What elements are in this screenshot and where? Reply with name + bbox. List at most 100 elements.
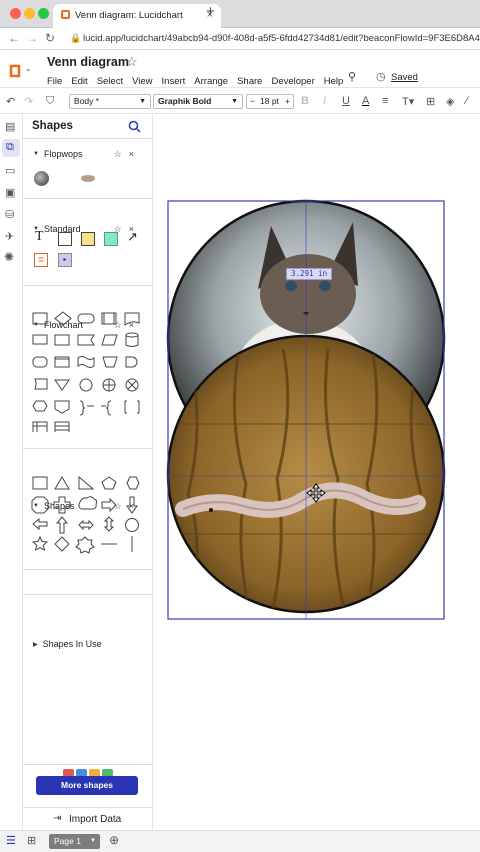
shape-options-icon[interactable]: ⊞ (426, 95, 435, 108)
app-header: ⌄ Venn diagram ☆ File Edit Select View Inser… (0, 50, 480, 88)
font-select-value: Graphik Bold (158, 96, 212, 106)
flopwop-snake-thumbnail[interactable] (81, 175, 95, 182)
reload-icon[interactable]: ↻ (45, 31, 55, 45)
section-flopwops-header[interactable]: ▼ Flopwops ☆× (23, 146, 153, 162)
minimize-window-icon[interactable] (24, 8, 35, 19)
bold-icon[interactable]: B (301, 95, 309, 107)
browser-tab[interactable]: Venn diagram: Lucidchart × (53, 4, 221, 28)
format-painter-icon[interactable]: ⛉ (46, 95, 54, 108)
menu-help[interactable]: Help (324, 76, 344, 87)
page-list-icon[interactable]: ☰ (6, 834, 16, 847)
text-color-icon[interactable]: A (362, 95, 369, 107)
ai-icon[interactable]: ✺ (4, 250, 14, 264)
list-shape-icon[interactable]: ≣ (34, 253, 48, 267)
shapes-icon: ⧉ (6, 141, 14, 153)
menu-developer[interactable]: Developer (271, 76, 314, 87)
increase-font-button[interactable]: + (285, 95, 290, 108)
rectangle-shape-icon[interactable] (58, 232, 72, 246)
diagram-canvas[interactable]: 3.291 in (153, 114, 480, 830)
tab-page-1[interactable]: Page 1 ▼ (49, 834, 100, 849)
back-icon[interactable]: ← (8, 31, 20, 45)
section-label: Shapes In Use (42, 639, 102, 649)
chevron-down-icon: ▼ (231, 98, 238, 105)
font-select[interactable]: Graphik Bold ▼ (153, 94, 243, 109)
add-page-icon[interactable]: ⊕ (109, 833, 119, 847)
expand-icon: ▶ (33, 641, 38, 648)
panel-title: Shapes (32, 120, 73, 132)
forward-icon[interactable]: → (26, 31, 38, 45)
style-select[interactable]: Body * ▼ (69, 94, 151, 109)
menu-share[interactable]: Share (237, 76, 262, 87)
address-bar-row: ← → ↻ 🔒 lucid.app/lucidchart/49abcb94-d9… (0, 28, 480, 50)
shapes-panel: Shapes ▼ Flopwops ☆× ▼ Standard ☆× T ↗ ≣ ▸ ▼… (23, 114, 153, 830)
sticky-note-icon[interactable] (81, 232, 95, 246)
align-icon[interactable]: ≡ (382, 95, 388, 107)
import-icon: ⇥ (53, 813, 62, 824)
more-shapes-button[interactable]: More shapes (36, 776, 138, 795)
menu-select[interactable]: Select (97, 76, 123, 87)
divider (23, 764, 153, 765)
container-shape-icon[interactable]: ▸ (58, 253, 72, 267)
colored-block-icon[interactable] (104, 232, 118, 246)
line-color-icon[interactable]: ∕ (466, 95, 468, 107)
logo-menu-chevron-icon[interactable]: ⌄ (25, 64, 32, 73)
menu-file[interactable]: File (47, 76, 62, 87)
lock-icon: 🔒 (70, 33, 82, 43)
text-shape-icon[interactable]: T (35, 229, 44, 245)
flowchart-shapes-grid[interactable] (31, 310, 146, 432)
flopwop-cat-thumbnail[interactable] (34, 171, 49, 186)
document-title[interactable]: Venn diagram (47, 55, 129, 69)
divider (23, 594, 153, 595)
decrease-font-button[interactable]: − (250, 95, 255, 108)
text-options-icon[interactable]: T▾ (402, 95, 414, 108)
collapse-icon: ▼ (33, 151, 39, 157)
fill-color-icon[interactable]: ◈ (446, 95, 454, 108)
image-icon[interactable]: ▣ (5, 186, 15, 199)
lucid-logo-icon[interactable] (8, 64, 22, 78)
chevron-down-icon: ▼ (139, 98, 146, 105)
menu-arrange[interactable]: Arrange (194, 76, 228, 87)
saved-status[interactable]: Saved (391, 72, 418, 83)
plugin-icon[interactable]: ⚲ (348, 70, 356, 83)
close-window-icon[interactable] (10, 8, 21, 19)
shapes-rail-button[interactable]: ⧉ (2, 139, 20, 157)
divider (23, 285, 153, 286)
section-in-use-header[interactable]: ▶ Shapes In Use (23, 636, 153, 652)
underline-icon[interactable]: U (342, 95, 350, 107)
data-icon[interactable]: ⛁ (5, 208, 14, 221)
browser-tab-bar: Venn diagram: Lucidchart × + (0, 0, 480, 28)
left-rail: ▤ ⧉ ▭ ▣ ⛁ ✈ ✺ (0, 114, 23, 830)
undo-icon[interactable]: ↶ (6, 95, 15, 108)
star-favorite-icon[interactable]: ☆ (126, 54, 138, 70)
menu-insert[interactable]: Insert (162, 76, 186, 87)
venn-diagram[interactable] (153, 114, 480, 830)
maximize-window-icon[interactable] (38, 8, 49, 19)
menu-bar: File Edit Select View Insert Arrange Share Deve… (47, 71, 352, 89)
menu-view[interactable]: View (132, 76, 152, 87)
font-size-stepper: − 18 pt + (246, 94, 294, 109)
pages-icon[interactable]: ▤ (5, 120, 15, 133)
divider (23, 569, 153, 570)
divider (23, 138, 153, 139)
redo-icon[interactable]: ↷ (24, 95, 33, 108)
basic-shapes-grid[interactable] (31, 475, 146, 555)
url-text[interactable]: lucid.app/lucidchart/49abcb94-d90f-408d-… (83, 33, 480, 44)
font-size-value[interactable]: 18 pt (260, 95, 279, 108)
menu-edit[interactable]: Edit (71, 76, 87, 87)
measurement-label: 3.291 in (286, 268, 333, 280)
section-label: Flopwops (43, 149, 83, 159)
section-controls-icon[interactable]: ☆× (114, 149, 141, 160)
new-tab-icon[interactable]: + (206, 3, 215, 20)
chevron-down-icon: ▼ (90, 838, 96, 844)
rocket-icon[interactable]: ✈ (5, 230, 14, 243)
clock-icon: ◷ (376, 71, 386, 83)
frame-icon[interactable]: ▭ (5, 164, 15, 177)
divider (23, 448, 153, 449)
import-data-button[interactable]: Import Data (69, 814, 121, 825)
page-grid-icon[interactable]: ⊞ (27, 834, 36, 847)
italic-icon[interactable]: I (323, 95, 326, 107)
page-tab-label: Page 1 (54, 836, 81, 846)
divider (23, 807, 153, 808)
line-arrow-icon[interactable]: ↗ (127, 229, 138, 245)
search-icon[interactable] (128, 120, 141, 133)
